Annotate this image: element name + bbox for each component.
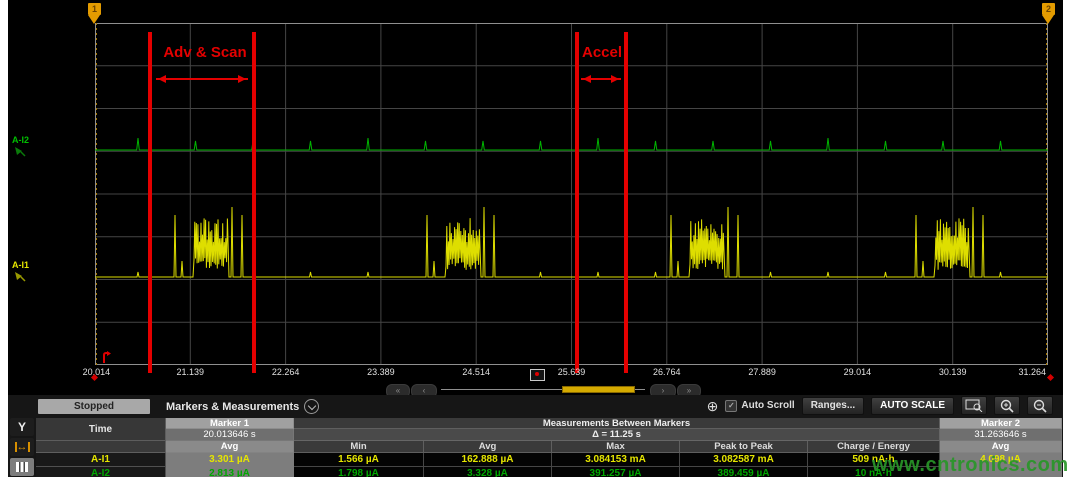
marker1-col-header: Avg: [166, 441, 294, 453]
time-header-cell: Time: [36, 418, 166, 441]
channel-label-a-i1[interactable]: A-I1: [12, 260, 29, 270]
axis-ticks: 20.01421.13922.26423.38924.51425.63926.7…: [95, 367, 1048, 378]
auto-scroll-toggle[interactable]: ✓ Auto Scroll: [725, 400, 794, 412]
markers-measurements-label: Markers & Measurements: [166, 401, 299, 413]
ranges-button[interactable]: Ranges...: [802, 397, 864, 415]
channel-name-cell: A-I2: [36, 467, 166, 477]
channel-a-i2-probe-icon: [13, 146, 26, 157]
table-grid-icon: [16, 462, 28, 472]
oscilloscope-app: 1 2 A-I2 A-I1 Adv & Scan Accel 20.01421.…: [8, 0, 1063, 477]
zoom-out-button[interactable]: [1027, 396, 1053, 415]
display-zoom-icon: [965, 399, 983, 412]
axis-tick-label: 24.514: [462, 367, 490, 377]
col-header-max: Max: [552, 441, 680, 453]
adv-scan-span-arrow-icon: [156, 78, 248, 80]
marker-tool-button[interactable]: ↔: [10, 438, 34, 456]
annotation-adv-scan-label: Adv & Scan: [163, 44, 246, 61]
accel-span-arrow-icon: [581, 78, 621, 80]
marker-1-arrow-icon: [88, 15, 100, 24]
measurement-value-cell: 3.082587 mA: [680, 453, 808, 467]
auto-scale-button[interactable]: AUTO SCALE: [871, 397, 954, 415]
channel-a-i1-probe-icon: [13, 271, 26, 282]
marker1-header-cell: Marker 1: [166, 418, 294, 429]
axis-tick-label: 30.139: [939, 367, 967, 377]
col-header-charge-energy: Charge / Energy: [808, 441, 940, 453]
col-header-min: Min: [294, 441, 424, 453]
measurement-value-cell: 162.888 µA: [424, 453, 552, 467]
table-view-button[interactable]: [10, 458, 34, 476]
zoom-fit-button[interactable]: [961, 396, 987, 415]
axis-red-dot-right: [1047, 374, 1054, 381]
marker2-header-cell: Marker 2: [940, 418, 1062, 429]
page: 1 2 A-I2 A-I1 Adv & Scan Accel 20.01421.…: [0, 0, 1080, 482]
probe-tool-button[interactable]: Y: [10, 418, 34, 436]
marker1-time-cell: 20.013646 s: [166, 429, 294, 441]
axis-tick-label: 29.014: [844, 367, 872, 377]
axis-tick-label: 21.139: [177, 367, 205, 377]
annotation-line-2: [252, 32, 256, 373]
annotation-line-4: [624, 32, 628, 373]
marker-2-arrow-icon: [1042, 15, 1054, 24]
probe-icon: Y: [18, 420, 26, 434]
delta-time-cell: Δ = 11.25 s: [294, 429, 940, 441]
annotation-line-1: [148, 32, 152, 373]
markers-measurements-menu[interactable]: Markers & Measurements: [166, 399, 319, 414]
marker-2-label: 2: [1042, 3, 1055, 15]
channel-label-a-i2[interactable]: A-I2: [12, 135, 29, 145]
stopped-button[interactable]: Stopped: [38, 399, 150, 414]
axis-tick-label: 25.639: [558, 367, 586, 377]
chevron-down-icon[interactable]: [304, 399, 319, 414]
marker2-time-cell: 31.263646 s: [940, 429, 1062, 441]
auto-scroll-label: Auto Scroll: [741, 400, 794, 411]
measurement-value-cell: 1.566 µA: [294, 453, 424, 467]
watermark: www.cntronics.com: [872, 454, 1069, 477]
axis-tick-label: 22.264: [272, 367, 300, 377]
crosshair-icon[interactable]: ⊕: [707, 399, 719, 413]
marker-measure-icon: ↔: [15, 442, 30, 452]
measurement-value-cell: 389.459 µA: [680, 467, 808, 477]
marker-1-handle[interactable]: 1: [88, 3, 101, 24]
measurement-value-cell: 391.257 µA: [552, 467, 680, 477]
axis-tick-label: 27.889: [748, 367, 776, 377]
axis-tick-label: 31.264: [1018, 367, 1046, 377]
marker-2-handle[interactable]: 2: [1042, 3, 1055, 24]
col-header-peak-to-peak: Peak to Peak: [680, 441, 808, 453]
measurement-value-cell: 3.301 µA: [166, 453, 294, 467]
marker2-col-header: Avg: [940, 441, 1062, 453]
marker-1-label: 1: [88, 3, 101, 15]
annotation-line-3: [575, 32, 579, 373]
zoom-out-icon: [1033, 399, 1047, 413]
axis-tick-label: 26.764: [653, 367, 681, 377]
scroll-thumb[interactable]: [562, 386, 635, 393]
trigger-position-icon[interactable]: [530, 369, 545, 381]
annotation-accel-label: Accel: [582, 44, 622, 61]
table-sidebar: Y ↔: [10, 418, 34, 477]
measurement-value-cell: 3.084153 mA: [552, 453, 680, 467]
zoom-in-button[interactable]: [994, 396, 1020, 415]
between-markers-header-cell: Measurements Between Markers: [294, 418, 940, 429]
col-header-avg: Avg: [424, 441, 552, 453]
trigger-time-icon: [100, 351, 112, 364]
measurement-value-cell: 1.798 µA: [294, 467, 424, 477]
axis-tick-label: 23.389: [367, 367, 395, 377]
zoom-in-icon: [1000, 399, 1014, 413]
check-icon[interactable]: ✓: [725, 400, 737, 412]
measurement-value-cell: 3.328 µA: [424, 467, 552, 477]
channel-name-cell: A-I1: [36, 453, 166, 467]
empty-header-cell: [36, 441, 166, 453]
measurement-value-cell: 2.813 µA: [166, 467, 294, 477]
